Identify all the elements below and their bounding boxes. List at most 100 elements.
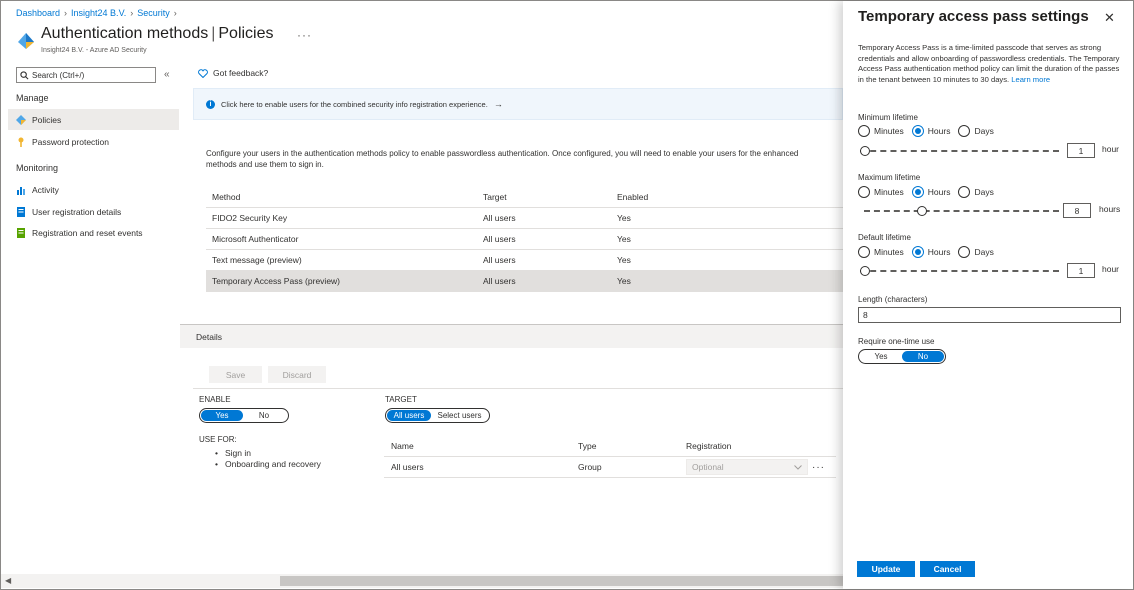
details-header: Details (180, 324, 843, 348)
slider-handle[interactable] (860, 146, 870, 156)
nav-group-manage: Manage (16, 93, 49, 103)
breadcrumb-security[interactable]: Security (137, 8, 170, 18)
nav-group-monitoring: Monitoring (16, 163, 59, 173)
radio-minutes[interactable]: Minutes (858, 125, 904, 137)
learn-more-link[interactable]: Learn more (1011, 75, 1050, 84)
details-divider (193, 388, 843, 389)
enable-yes-option[interactable]: Yes (201, 410, 243, 421)
breadcrumb: Dashboard › Insight24 B.V. › Security › (16, 8, 177, 18)
chevron-right-icon: › (64, 8, 68, 18)
scroll-left-icon[interactable]: ◀ (5, 576, 11, 585)
default-lifetime-unit-radios: Minutes Hours Days (858, 246, 994, 258)
table-row-selected[interactable]: Temporary Access Pass (preview) All user… (206, 271, 843, 292)
target-table: Name Type Registration All users Group O… (384, 436, 836, 478)
info-bar-text: Click here to enable users for the combi… (221, 99, 488, 109)
radio-days[interactable]: Days (958, 125, 994, 137)
radio-days[interactable]: Days (958, 246, 994, 258)
target-select-users-option[interactable]: Select users (431, 410, 488, 421)
info-icon: i (206, 99, 215, 109)
radio-days[interactable]: Days (958, 186, 994, 198)
chevron-right-icon: › (173, 8, 177, 18)
discard-button[interactable]: Discard (268, 366, 326, 383)
sidebar-item-password-protection[interactable]: Password protection (8, 131, 179, 152)
maximum-lifetime-input[interactable]: 8 (1063, 203, 1091, 218)
column-header-enabled: Enabled (617, 192, 649, 202)
combined-registration-info-bar[interactable]: i Click here to enable users for the com… (193, 88, 843, 120)
radio-minutes[interactable]: Minutes (858, 186, 904, 198)
radio-hours[interactable]: Hours (911, 186, 950, 198)
sidebar-item-activity[interactable]: Activity (8, 179, 179, 200)
default-lifetime-slider[interactable] (860, 266, 1059, 276)
one-time-yes-option[interactable]: Yes (860, 351, 902, 362)
target-table-header-row: Name Type Registration (384, 436, 836, 457)
target-toggle[interactable]: All users Select users (385, 408, 490, 423)
enable-toggle[interactable]: Yes No (199, 408, 289, 423)
minimum-lifetime-unit-radios: Minutes Hours Days (858, 125, 994, 137)
minimum-lifetime-input[interactable]: 1 (1067, 143, 1095, 158)
page-subtitle: Insight24 B.V. - Azure AD Security (41, 47, 147, 54)
minimum-lifetime-unit: hour (1102, 144, 1120, 154)
table-header-row: Method Target Enabled (206, 187, 843, 208)
panel-title: Temporary access pass settings (858, 8, 1089, 25)
table-row[interactable]: Microsoft Authenticator All users Yes (206, 229, 843, 250)
slider-handle[interactable] (916, 206, 927, 216)
default-lifetime-input[interactable]: 1 (1067, 263, 1095, 278)
search-placeholder: Search (Ctrl+/) (32, 70, 85, 80)
list-item: Onboarding and recovery (215, 459, 321, 470)
length-input[interactable]: 8 (858, 307, 1121, 323)
close-icon[interactable]: ✕ (1104, 10, 1115, 26)
maximum-lifetime-unit: hours (1099, 204, 1121, 214)
table-row[interactable]: FIDO2 Security Key All users Yes (206, 208, 843, 229)
enable-label: ENABLE (199, 395, 231, 404)
one-time-use-toggle[interactable]: Yes No (858, 349, 946, 364)
one-time-use-label: Require one-time use (858, 337, 935, 346)
heart-icon (198, 68, 208, 78)
more-options-button[interactable]: ··· (297, 28, 312, 42)
radio-hours[interactable]: Hours (911, 246, 950, 258)
registration-select[interactable]: Optional (686, 459, 808, 475)
use-for-list: Sign in Onboarding and recovery (215, 448, 321, 470)
minimum-lifetime-label: Minimum lifetime (858, 113, 919, 122)
default-lifetime-label: Default lifetime (858, 233, 911, 242)
minimum-lifetime-slider[interactable] (860, 146, 1059, 156)
default-lifetime-unit: hour (1102, 264, 1120, 274)
maximum-lifetime-label: Maximum lifetime (858, 173, 921, 182)
cancel-button[interactable]: Cancel (920, 561, 975, 577)
registration-icon (17, 227, 25, 238)
chevron-down-icon (794, 464, 802, 470)
breadcrumb-tenant[interactable]: Insight24 B.V. (71, 8, 126, 18)
chart-icon (17, 186, 25, 195)
target-all-users-option[interactable]: All users (387, 410, 431, 421)
horizontal-scrollbar[interactable]: ◀ (1, 574, 843, 588)
save-button[interactable]: Save (209, 366, 262, 383)
enable-no-option[interactable]: No (243, 410, 285, 421)
search-input[interactable]: Search (Ctrl+/) (16, 67, 156, 83)
breadcrumb-dashboard[interactable]: Dashboard (16, 8, 60, 18)
maximum-lifetime-unit-radios: Minutes Hours Days (858, 186, 994, 198)
chevron-right-icon: › (130, 8, 134, 18)
page-title: Authentication methods | Policies (41, 25, 274, 42)
collapse-sidebar-button[interactable]: « (164, 69, 170, 80)
authentication-methods-logo-icon (18, 33, 34, 49)
feedback-button[interactable]: Got feedback? (198, 68, 268, 78)
sidebar-item-user-registration-details[interactable]: User registration details (8, 201, 179, 222)
maximum-lifetime-slider[interactable] (860, 206, 1059, 216)
row-more-button[interactable]: ··· (812, 462, 825, 473)
table-row[interactable]: Text message (preview) All users Yes (206, 250, 843, 271)
slider-handle[interactable] (860, 266, 870, 276)
key-icon (18, 137, 24, 147)
sidebar-item-registration-and-reset-events[interactable]: Registration and reset events (8, 222, 179, 243)
list-item: Sign in (215, 448, 321, 459)
temporary-access-pass-settings-panel: Temporary access pass settings ✕ Tempora… (843, 1, 1133, 589)
intro-text: Configure your users in the authenticati… (206, 149, 799, 169)
sidebar-item-policies[interactable]: Policies (8, 109, 179, 130)
radio-hours[interactable]: Hours (911, 125, 950, 137)
column-header-method: Method (212, 192, 241, 202)
table-row[interactable]: All users Group Optional ··· (384, 457, 836, 478)
scrollbar-thumb[interactable] (280, 576, 843, 586)
radio-minutes[interactable]: Minutes (858, 246, 904, 258)
update-button[interactable]: Update (857, 561, 915, 577)
arrow-right-icon: → (493, 99, 503, 109)
one-time-no-option[interactable]: No (902, 351, 944, 362)
length-label: Length (characters) (858, 295, 928, 304)
